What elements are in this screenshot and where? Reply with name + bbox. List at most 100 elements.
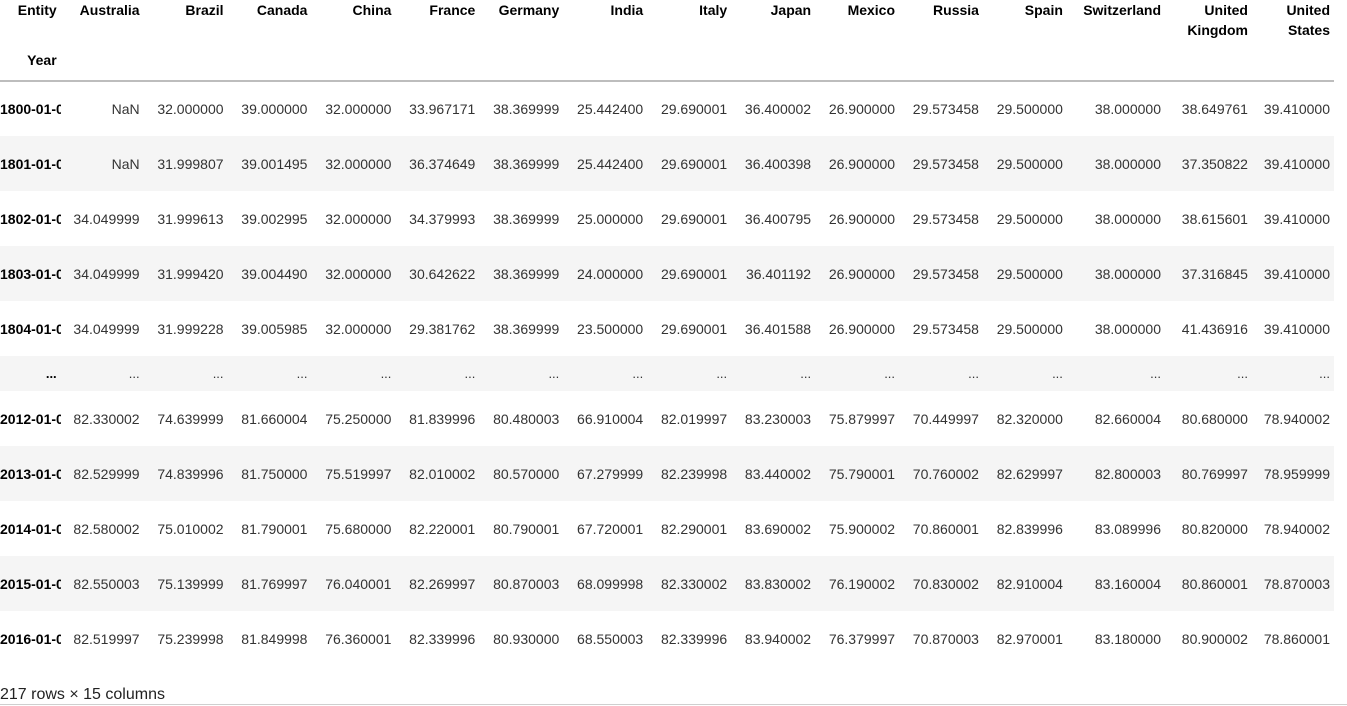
table-row: 2013-01-01 82.529999 74.839996 81.750000 75.… — [0, 446, 1334, 501]
table-cell: 80.769997 — [1181, 465, 1248, 482]
table-row: 1800-01-01 NaN 32.000000 39.000000 32.000000… — [0, 81, 1334, 136]
table-cell: 67.720001 — [577, 520, 644, 537]
index-header-filler — [311, 40, 396, 82]
table-cell: 83.830002 — [744, 575, 812, 592]
table-cell: 82.239998 — [660, 465, 728, 482]
table-cell: 83.160004 — [1094, 575, 1161, 592]
table-cell: 83.230003 — [744, 410, 812, 427]
table-cell: 83.089996 — [1094, 520, 1161, 537]
table-cell: 31.999807 — [157, 155, 224, 172]
column-header: Germany — [498, 2, 560, 18]
table-cell: 81.839996 — [409, 410, 476, 427]
table-cell: 82.220001 — [409, 520, 476, 537]
table-cell: 70.449997 — [912, 410, 979, 427]
table-cell: 29.690001 — [660, 210, 728, 227]
table-cell: 82.970001 — [996, 630, 1063, 647]
table-body: 1800-01-01 NaN 32.000000 39.000000 32.000000… — [0, 81, 1334, 666]
table-cell: 82.839996 — [996, 520, 1063, 537]
table-cell: 29.573458 — [912, 320, 979, 337]
table-row: 2012-01-01 82.330002 74.639999 81.660004 75.… — [0, 391, 1334, 446]
row-index-label: 2012-01-01 — [0, 410, 61, 427]
table-cell: 36.374649 — [409, 155, 476, 172]
table-cell: 76.360001 — [325, 630, 392, 647]
table-cell: ... — [632, 365, 644, 381]
output-divider — [0, 704, 1347, 705]
table-cell: 33.967171 — [409, 101, 476, 117]
table-cell: 29.573458 — [912, 101, 979, 117]
row-index-label: 2016-01-01 — [0, 630, 61, 647]
table-cell: 81.849998 — [241, 630, 308, 647]
table-row: 1801-01-01 NaN 31.999807 39.001495 32.000000… — [0, 136, 1334, 191]
table-cell: 80.790001 — [493, 520, 560, 537]
table-cell: 32.000000 — [325, 265, 392, 282]
table-cell: ... — [1237, 365, 1248, 381]
table-cell: NaN — [111, 101, 140, 117]
table-cell: 82.339996 — [660, 630, 728, 647]
table-cell: 39.410000 — [1263, 210, 1330, 227]
table-cell: 75.879997 — [828, 410, 896, 427]
table-cell: 41.436916 — [1181, 320, 1248, 337]
dataframe-table: Entity Australia Brazil Canada China France G… — [0, 0, 1334, 666]
table-cell: 81.769997 — [241, 575, 308, 592]
table-cell: ... — [464, 365, 476, 381]
index-header-filler — [143, 40, 228, 82]
table-cell: 76.190002 — [828, 575, 896, 592]
table-cell: 30.642622 — [409, 265, 476, 282]
table-cell: 70.870003 — [912, 630, 979, 647]
row-index-label: 1802-01-01 — [0, 210, 61, 227]
row-index-label: ... — [45, 365, 57, 381]
row-index-label: 2014-01-01 — [0, 520, 61, 537]
table-cell: 66.910004 — [577, 410, 644, 427]
table-cell: 39.410000 — [1263, 265, 1330, 282]
table-cell: 38.369999 — [493, 265, 560, 282]
index-header-filler — [227, 40, 312, 82]
table-cell: 82.019997 — [660, 410, 728, 427]
row-index-label: 2013-01-01 — [0, 465, 61, 482]
table-cell: 32.000000 — [325, 155, 392, 172]
index-header-filler — [1251, 40, 1334, 82]
table-cell: 82.519997 — [73, 630, 140, 647]
table-cell: 82.800003 — [1094, 465, 1161, 482]
table-cell: 80.870003 — [493, 575, 560, 592]
table-cell: 34.049999 — [73, 265, 140, 282]
table-cell: 29.690001 — [660, 265, 728, 282]
table-cell: 38.000000 — [1094, 210, 1161, 227]
index-header-row: Year — [0, 40, 1334, 82]
table-cell: 75.790001 — [828, 465, 896, 482]
table-cell: 29.690001 — [660, 155, 728, 172]
table-cell: 81.790001 — [241, 520, 308, 537]
table-cell: 38.369999 — [493, 320, 560, 337]
column-header: Brazil — [185, 2, 224, 18]
index-header-filler — [1165, 40, 1252, 82]
column-header: Japan — [770, 2, 812, 18]
index-header-filler — [1066, 40, 1165, 82]
row-index-label: 1804-01-01 — [0, 320, 61, 337]
table-cell: 75.680000 — [325, 520, 392, 537]
table-cell: 82.010002 — [409, 465, 476, 482]
table-cell: 39.004490 — [241, 265, 308, 282]
table-cell: 29.381762 — [409, 320, 476, 337]
table-cell: 38.649761 — [1181, 101, 1248, 117]
table-cell: 80.860001 — [1181, 575, 1248, 592]
table-cell: ... — [380, 365, 392, 381]
table-cell: 80.570000 — [493, 465, 560, 482]
table-cell: ... — [884, 365, 896, 381]
column-header: India — [610, 2, 644, 18]
table-cell: 38.000000 — [1094, 155, 1161, 172]
dataframe-output: Entity Australia Brazil Canada China France G… — [0, 0, 1347, 666]
table-cell: 78.860001 — [1263, 630, 1330, 647]
table-header: Entity Australia Brazil Canada China France G… — [0, 0, 1334, 82]
table-cell: 39.410000 — [1263, 101, 1330, 117]
table-cell: 82.529999 — [73, 465, 140, 482]
table-cell: 36.400795 — [744, 210, 812, 227]
table-cell: 83.940002 — [744, 630, 812, 647]
column-header: United Kingdom — [1187, 2, 1248, 38]
index-header-filler — [60, 40, 144, 82]
table-cell: 68.099998 — [577, 575, 644, 592]
table-cell: 26.900000 — [828, 210, 896, 227]
column-header: Canada — [256, 2, 308, 18]
columns-name-header: Entity — [17, 2, 57, 18]
table-cell: 38.615601 — [1181, 210, 1248, 227]
table-cell: 82.550003 — [73, 575, 140, 592]
table-cell: ... — [800, 365, 812, 381]
